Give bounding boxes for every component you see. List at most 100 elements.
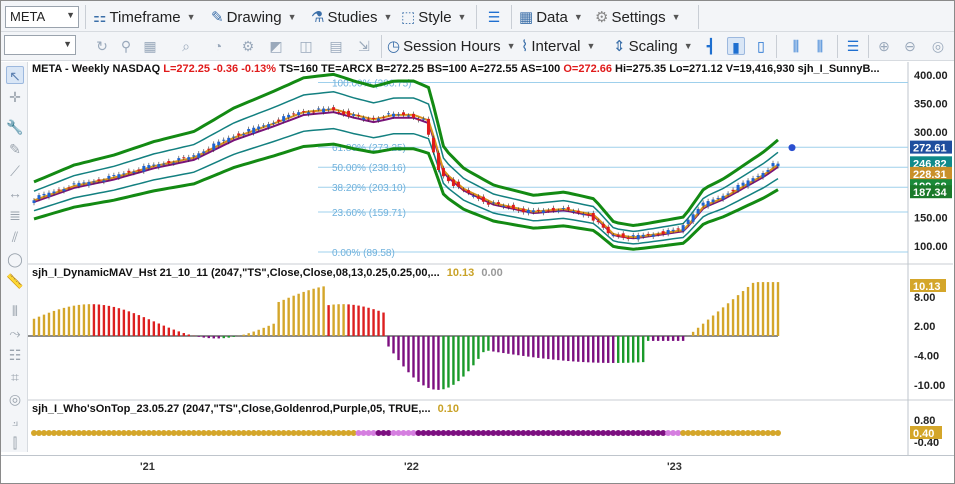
oscillator-badge-label: 10.13: [913, 281, 941, 293]
chevron-down-icon: ▼: [671, 12, 681, 22]
magnet-icon[interactable]: ⚲: [117, 37, 135, 55]
circle-icon[interactable]: ◯: [6, 250, 24, 268]
price-panel-header: META - Weekly NASDAQ L=272.25 -0.36 -0.1…: [32, 63, 880, 75]
fib-fan-icon[interactable]: ⌗: [6, 368, 24, 386]
chart-settings-icon[interactable]: ⚙: [239, 37, 257, 55]
candle-body: [406, 115, 410, 117]
candle-body: [516, 209, 520, 211]
candle-body: [666, 229, 670, 234]
x-label-2021: '21: [140, 461, 155, 473]
candle-body: [272, 122, 276, 124]
time-axis[interactable]: '21 '22 '23: [1, 455, 954, 483]
channel-icon[interactable]: ≣: [6, 206, 24, 224]
wrench-icon[interactable]: 🔧: [6, 118, 24, 136]
workspace-select[interactable]: ▼: [4, 35, 76, 55]
candle-body: [207, 148, 211, 150]
timeframe-icon: ⚏: [93, 9, 107, 26]
bars-icon[interactable]: ⫴: [6, 302, 24, 320]
oscillator-bar: [252, 331, 255, 336]
menu-style[interactable]: ⬚ Style ▼: [401, 8, 466, 27]
arrows-icon[interactable]: ↔: [6, 184, 24, 202]
chart-type-icon[interactable]: ◎: [929, 37, 947, 55]
candlestick-icon[interactable]: ▮: [727, 37, 745, 55]
candle-body: [696, 208, 700, 214]
oscillator-bar: [636, 336, 640, 363]
zoom-data-icon[interactable]: ⌕: [177, 37, 195, 55]
ohlc-bar-icon[interactable]: ┫: [702, 37, 720, 55]
candle-body: [217, 141, 221, 146]
menu-data[interactable]: ▦ Data ▼: [519, 8, 583, 27]
trendline-icon[interactable]: ⟋: [6, 162, 24, 180]
oscillator-bar: [537, 336, 540, 358]
candle-body: [531, 210, 535, 213]
symbol-input[interactable]: META ▼: [5, 6, 79, 28]
oscillator-bar: [467, 336, 470, 372]
menu-scaling[interactable]: ⇕ Scaling ▼: [613, 37, 693, 56]
oscillator-bar: [82, 304, 86, 336]
stack-icon[interactable]: ☷: [6, 346, 24, 364]
menu-interval[interactable]: ⌇ Interval ▼: [521, 37, 595, 56]
menu-session-hours[interactable]: ◷ Session Hours ▼: [387, 37, 516, 56]
export-icon[interactable]: ⇲: [355, 37, 373, 55]
oscillator-bar: [761, 282, 765, 336]
oscillator-title: sjh_I_DynamicMAV_Hst 21_10_11 (2047,"TS"…: [32, 267, 440, 279]
layout-icon[interactable]: ☰: [485, 8, 503, 26]
grid-icon[interactable]: ▦: [141, 37, 159, 55]
oscillator-bar: [597, 336, 600, 363]
zoom-out-icon[interactable]: ⊖: [901, 37, 919, 55]
oscillator-bar: [612, 336, 615, 363]
candle-body: [741, 182, 745, 186]
bars-right-icon[interactable]: ⫼: [787, 37, 805, 55]
menu-studies[interactable]: ⚗ Studies ▼: [311, 8, 392, 27]
parallel-lines-icon[interactable]: ⫽: [6, 228, 24, 246]
candle-body: [142, 165, 146, 172]
candle-body: [147, 165, 151, 169]
chevron-down-icon[interactable]: ▼: [63, 39, 72, 49]
cycle-icon[interactable]: ◎: [6, 390, 24, 408]
chevron-down-icon[interactable]: ▼: [66, 10, 75, 20]
trade-size: TS=160: [279, 63, 318, 75]
oscillator-bar: [167, 327, 171, 336]
oscillator-bar: [72, 305, 76, 336]
refresh-icon[interactable]: ↻: [93, 37, 111, 55]
chart-area[interactable]: 100.00% (386.75) 61.80% (273.25) 50.00% (2…: [28, 62, 953, 455]
list-icon[interactable]: ▤: [327, 37, 345, 55]
oscillator-bar: [112, 306, 116, 336]
oscillator-bar: [137, 315, 141, 336]
speedlines-icon[interactable]: ⟓: [6, 412, 24, 430]
zoom-in-icon[interactable]: ⊕: [875, 37, 893, 55]
image-icon[interactable]: ◩: [267, 37, 285, 55]
candle-body: [481, 196, 485, 202]
whos-on-top-title: sjh_I_Who'sOnTop_23.05.27 (2047,"TS",Clo…: [32, 403, 431, 415]
layout-icon[interactable]: ☰: [844, 37, 862, 55]
candle-body: [302, 111, 306, 113]
candle-body: [157, 164, 161, 168]
menu-settings[interactable]: ⚙ Settings ▼: [595, 8, 681, 27]
oscillator-bar: [302, 291, 305, 336]
candle-body: [382, 117, 386, 119]
menu-drawing[interactable]: ✎ Drawing ▼: [211, 8, 297, 27]
time-zones-icon[interactable]: ⫿: [6, 434, 24, 452]
hollow-candle-icon[interactable]: ▯: [752, 37, 770, 55]
oscillator-bar: [392, 336, 395, 354]
x-label-2023: '23: [667, 461, 682, 473]
oscillator-bar: [362, 306, 365, 336]
ruler-icon[interactable]: 📏: [6, 272, 24, 290]
crosshair-icon[interactable]: ✛: [6, 88, 24, 106]
change-percent: -0.13%: [241, 63, 277, 75]
oscillator-bar: [267, 325, 270, 336]
candle-body: [441, 167, 445, 177]
whos-on-top-value: 0.10: [437, 403, 460, 415]
bars-left-icon[interactable]: ⫼: [811, 37, 829, 55]
menu-timeframe[interactable]: ⚏ Timeframe ▼: [93, 8, 196, 27]
last-price-dot: [788, 144, 796, 152]
oscillator-bar: [132, 313, 136, 336]
pointer-icon[interactable]: ↖: [6, 66, 24, 84]
wave-icon[interactable]: ⤳: [6, 324, 24, 342]
gauge-icon[interactable]: ◔: [209, 37, 227, 55]
scaling-icon: ⇕: [613, 38, 626, 55]
pencil-icon[interactable]: ✎: [6, 140, 24, 158]
chart-image-icon[interactable]: ◫: [297, 37, 315, 55]
oscillator-bar: [641, 336, 645, 363]
oscillator-bar: [197, 336, 200, 337]
